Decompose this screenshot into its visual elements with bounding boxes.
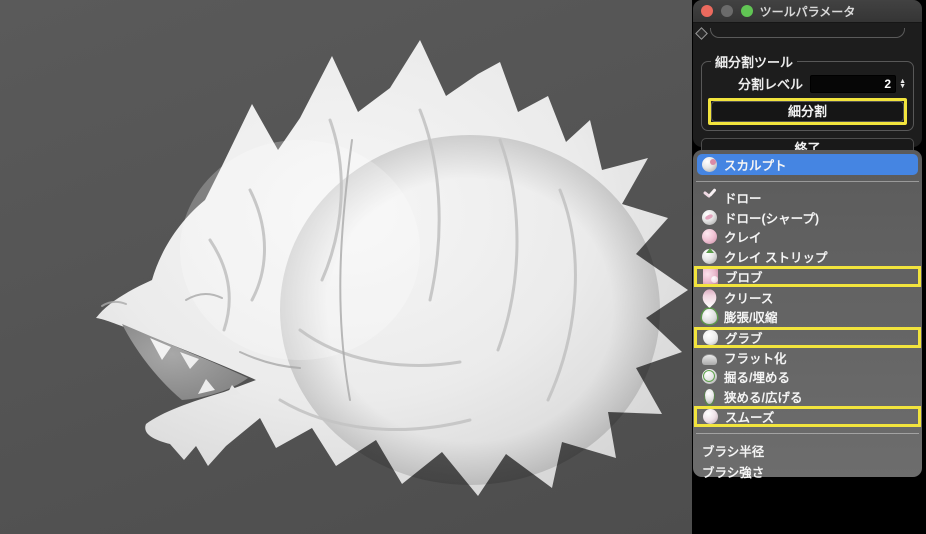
close-button[interactable] xyxy=(701,5,713,17)
window-titlebar[interactable]: ツールパラメータ xyxy=(693,0,922,23)
brush-item-label: ドロー xyxy=(724,188,762,207)
brush-item-label: フラット化 xyxy=(724,348,787,367)
scrape-ring-sphere-icon xyxy=(702,369,717,384)
brush-item-label: 膨張/収縮 xyxy=(724,307,777,326)
brush-item-label: グラブ xyxy=(725,328,763,347)
blob-sphere-icon xyxy=(703,269,718,284)
highlight-box-subdivide: 細分割 xyxy=(708,98,907,125)
traffic-lights xyxy=(701,5,753,17)
stepper-down-icon[interactable]: ▼ xyxy=(899,84,906,89)
brush-item-label: 掘る/埋める xyxy=(724,367,790,386)
brush-item-label: 狭める/広げる xyxy=(724,387,802,406)
sculpt-model-creature-head xyxy=(0,0,692,534)
brush-list-panel: スカルプト ドロー ドロー(シャープ) クレイ クレイ ストリップ ブロブ クリ… xyxy=(693,150,922,477)
brush-item-pinch[interactable]: 狭める/広げる xyxy=(693,387,922,407)
level-label: 分割レベル xyxy=(738,74,803,93)
subdivision-tool-group: 細分割ツール 分割レベル 2 ▲ ▼ 細分割 xyxy=(701,52,914,131)
scrolled-group-frame xyxy=(710,28,905,38)
inflate-droplet-icon xyxy=(702,309,717,324)
grab-sphere-icon xyxy=(703,330,718,345)
pin-diamond-icon[interactable] xyxy=(695,27,708,40)
draw-stroke-icon xyxy=(702,190,717,205)
clay-sphere-icon xyxy=(702,229,717,244)
brush-item-draw[interactable]: ドロー xyxy=(693,188,922,208)
brush-item-label: クリース xyxy=(724,288,773,307)
brush-item-grab[interactable]: グラブ xyxy=(694,327,921,348)
brush-item-label: ブロブ xyxy=(725,267,763,286)
minimize-button[interactable] xyxy=(721,5,733,17)
brush-item-smooth[interactable]: スムーズ xyxy=(694,406,921,427)
brush-radius-item[interactable]: ブラシ半径 xyxy=(693,440,922,461)
level-stepper[interactable]: ▲ ▼ xyxy=(899,79,906,89)
brush-item-label: クレイ xyxy=(724,227,762,246)
brush-item-label: クレイ ストリップ xyxy=(724,247,827,266)
list-divider xyxy=(696,433,919,434)
smooth-sphere-icon xyxy=(703,409,718,424)
brush-item-sculpt-selected[interactable]: スカルプト xyxy=(697,154,918,175)
clay-strips-sphere-icon xyxy=(702,249,717,264)
tool-parameter-window: ツールパラメータ 細分割ツール 分割レベル 2 ▲ ▼ 細分割 終了 xyxy=(693,0,922,147)
brush-item-crease[interactable]: クリース xyxy=(693,287,922,307)
zoom-button[interactable] xyxy=(741,5,753,17)
brush-item-label: スカルプト xyxy=(724,155,787,174)
sculpt-sphere-icon xyxy=(702,157,717,172)
brush-item-scrape[interactable]: 掘る/埋める xyxy=(693,367,922,387)
crease-teardrop-icon xyxy=(699,287,720,308)
window-body: 細分割ツール 分割レベル 2 ▲ ▼ 細分割 終了 xyxy=(693,23,922,160)
brush-item-clay-strips[interactable]: クレイ ストリップ xyxy=(693,247,922,267)
draw-sharp-sphere-icon xyxy=(702,210,717,225)
group-label: 細分割ツール xyxy=(711,52,797,71)
list-divider xyxy=(696,181,919,182)
brush-radius-label: ブラシ半径 xyxy=(702,441,764,460)
brush-strength-label: ブラシ強さ xyxy=(702,462,764,481)
flatten-dome-icon xyxy=(702,354,717,365)
brush-item-clay[interactable]: クレイ xyxy=(693,227,922,247)
brush-item-label: スムーズ xyxy=(725,407,774,426)
brush-item-flatten[interactable]: フラット化 xyxy=(693,348,922,368)
pinch-shape-icon xyxy=(705,389,714,404)
brush-item-blob[interactable]: ブロブ xyxy=(694,266,921,287)
subdivide-button[interactable]: 細分割 xyxy=(711,101,904,122)
level-input[interactable]: 2 xyxy=(810,75,896,93)
brush-item-label: ドロー(シャープ) xyxy=(724,208,819,227)
3d-viewport[interactable] xyxy=(0,0,692,534)
brush-item-draw-sharp[interactable]: ドロー(シャープ) xyxy=(693,208,922,228)
brush-item-inflate[interactable]: 膨張/収縮 xyxy=(693,307,922,327)
brush-strength-item[interactable]: ブラシ強さ xyxy=(693,461,922,482)
